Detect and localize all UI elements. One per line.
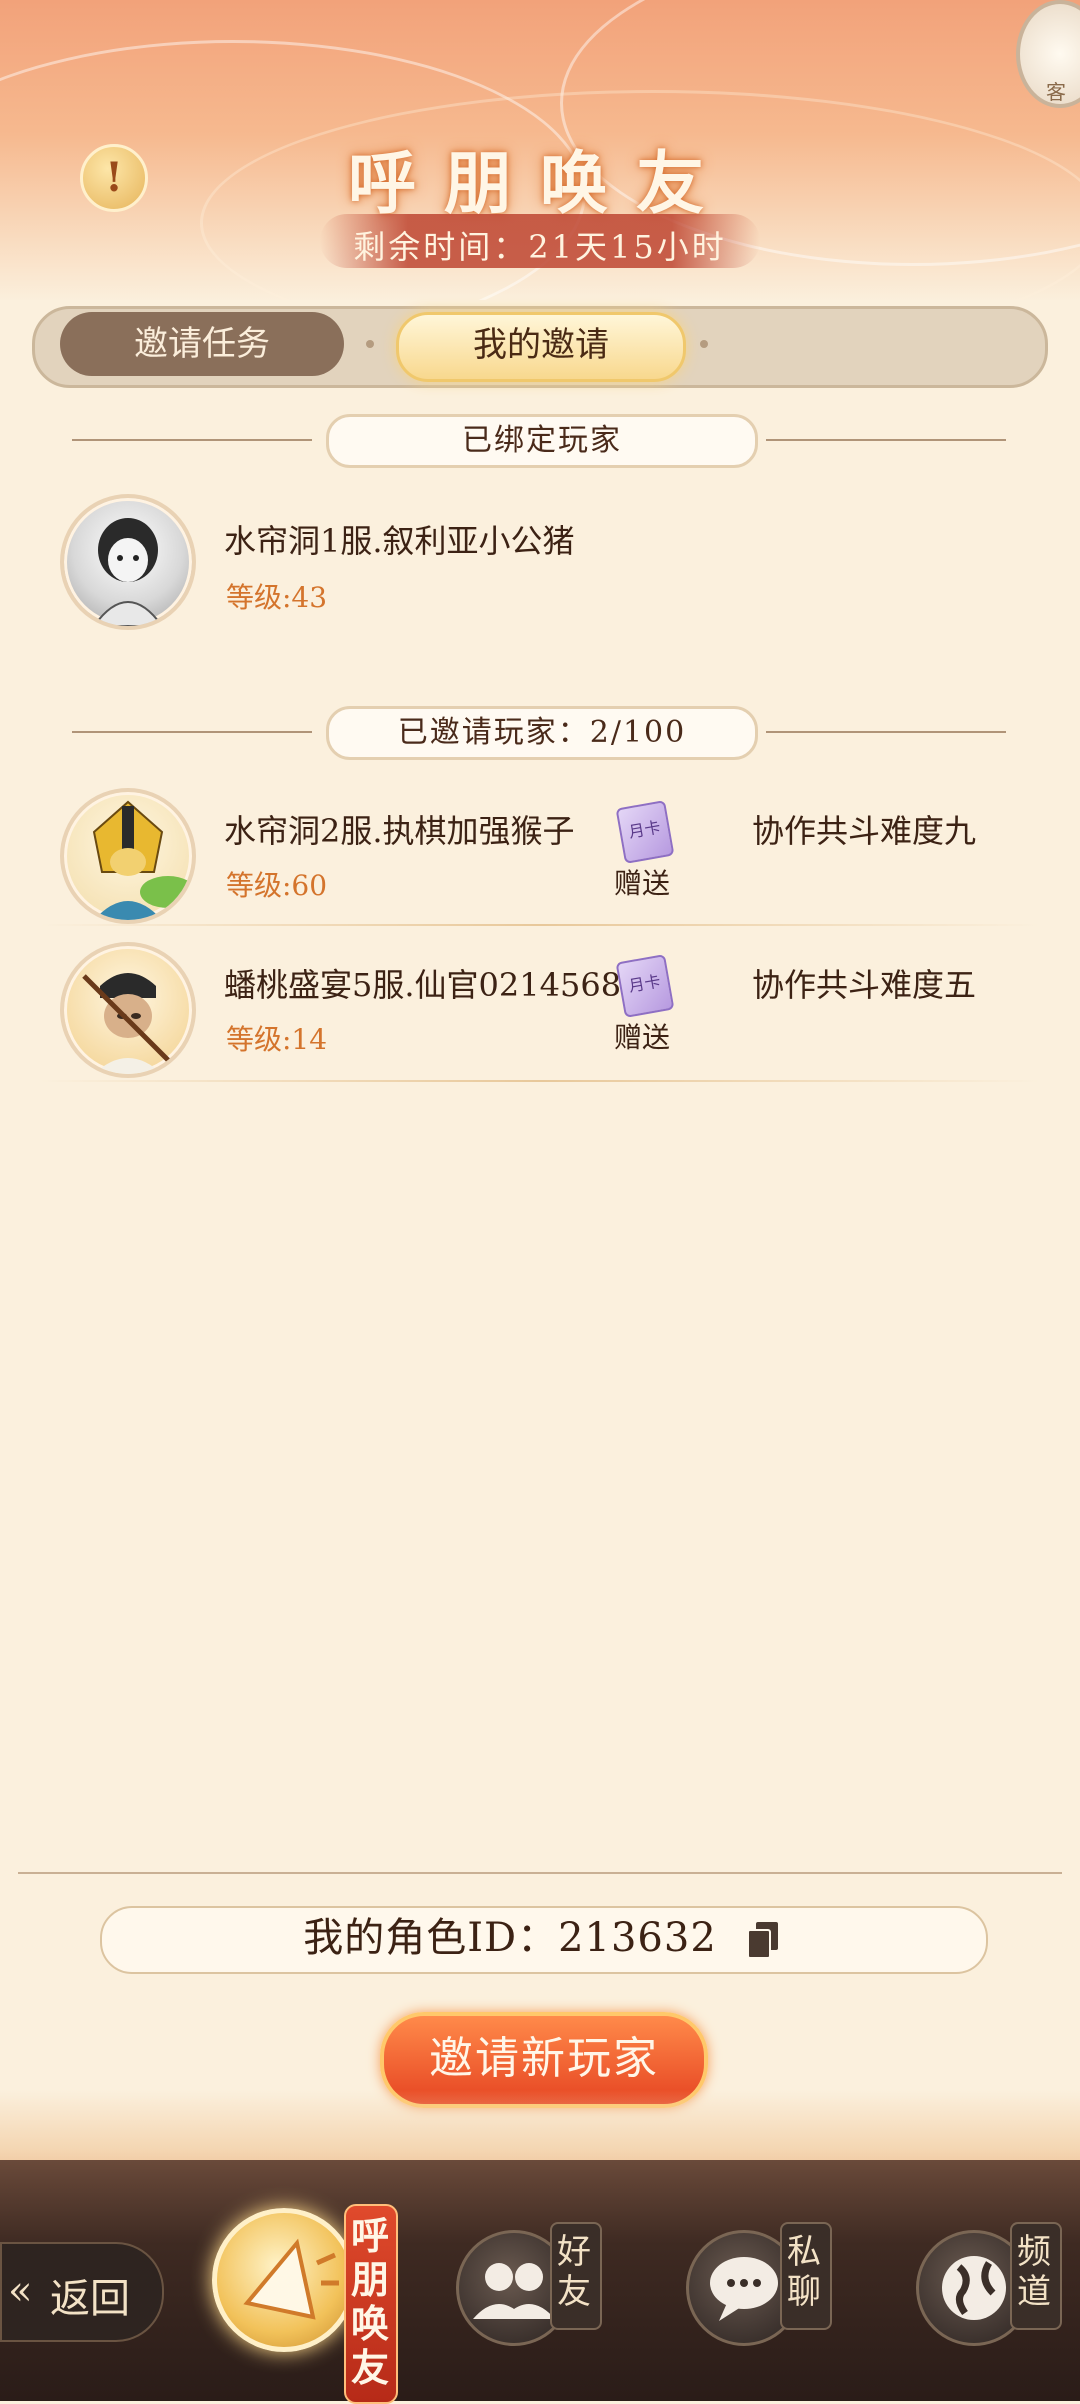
remaining-time: 剩余时间：21天15小时	[353, 228, 727, 266]
invited-player-name: 蟠桃盛宴5服.仙官0214568	[224, 966, 622, 1004]
back-label: 返回	[50, 2276, 130, 2322]
megaphone-icon	[243, 2238, 339, 2320]
tab-separator-dot	[700, 340, 708, 348]
invited-player-level: 等级:14	[226, 1023, 328, 1056]
invited-player-task: 协作共斗难度五	[752, 966, 977, 1004]
nav-friends-label: 好友	[557, 2232, 591, 2312]
character-portrait-icon	[92, 800, 192, 920]
nav-active-label: 呼朋唤友	[350, 2213, 389, 2390]
character-portrait-icon	[92, 518, 164, 626]
nav-invite-friends[interactable]	[212, 2208, 356, 2352]
footer-divider	[18, 1872, 1062, 1874]
player-avatar[interactable]	[60, 788, 196, 924]
monthly-card-icon: 月卡	[615, 954, 675, 1018]
invited-player-name: 水帘洞2服.执棋加强猴子	[224, 812, 575, 850]
bound-section-title: 已绑定玩家	[326, 414, 758, 468]
gift-label: 赠送	[614, 1021, 671, 1054]
section-divider	[72, 439, 312, 441]
nav-private-chat-label: 私聊	[787, 2232, 821, 2312]
copy-icon[interactable]	[747, 1922, 778, 1959]
tab-my-invites[interactable]: 我的邀请	[396, 312, 686, 382]
player-avatar[interactable]	[60, 494, 196, 630]
gift-label: 赠送	[614, 867, 671, 900]
page-title: 呼朋唤友	[347, 144, 732, 224]
section-divider	[766, 439, 1006, 441]
section-divider	[72, 731, 312, 733]
tab-separator-dot	[366, 340, 374, 348]
invited-section-title: 已邀请玩家：2/100	[326, 706, 758, 760]
role-id: 我的角色ID：213632	[303, 1915, 717, 1961]
character-portrait-icon	[82, 973, 176, 1074]
double-chevron-left-icon: «	[8, 2268, 33, 2314]
nav-channel-label: 频道	[1017, 2232, 1051, 2312]
bound-player-level: 等级:43	[226, 581, 328, 614]
tab-invite-tasks[interactable]: 邀请任务	[60, 312, 344, 376]
section-divider	[766, 731, 1006, 733]
invited-player-task: 协作共斗难度九	[752, 812, 977, 850]
invited-player-level: 等级:60	[226, 869, 328, 902]
monthly-card-icon: 月卡	[615, 800, 675, 864]
row-divider	[40, 1080, 1040, 1082]
bound-player-name: 水帘洞1服.叙利亚小公猪	[224, 522, 575, 560]
row-divider	[40, 924, 1040, 926]
player-avatar[interactable]	[60, 942, 196, 1078]
customer-service-label: 客	[1046, 80, 1066, 104]
